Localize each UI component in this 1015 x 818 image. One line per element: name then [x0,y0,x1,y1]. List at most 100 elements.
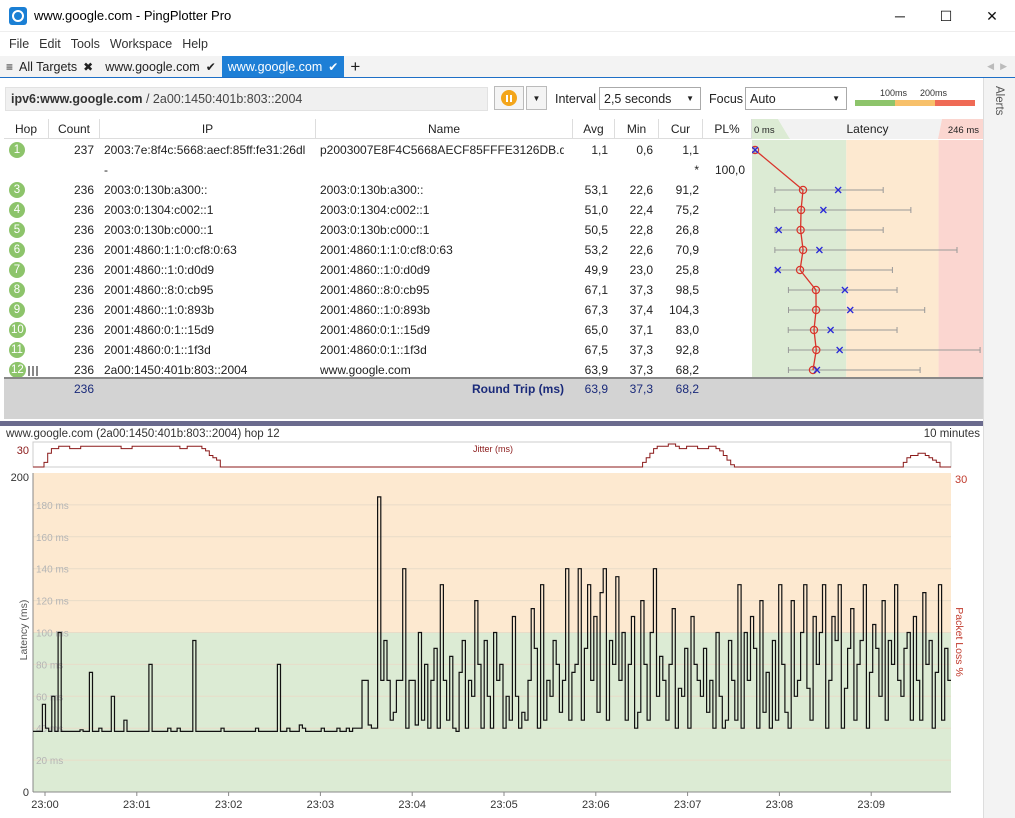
cell-cur: * [694,163,699,177]
cell-count: 236 [73,283,94,297]
scroll-right-icon[interactable]: ▶ [1000,61,1007,72]
cell-count: 236 [73,303,94,317]
close-tab-icon[interactable]: ✖ [83,60,93,74]
cell-min: 0,6 [636,143,653,157]
col-ip[interactable]: IP [100,119,316,139]
tab-label: All Targets [19,59,78,74]
y-tick-label: 80 ms [36,660,63,671]
alerts-panel[interactable]: Alerts [983,78,1015,818]
check-icon[interactable]: ✔ [206,60,216,74]
y-tick-label: 180 ms [36,501,69,512]
menu-tools[interactable]: Tools [66,37,105,51]
col-latency[interactable]: 0 ms Latency 246 ms [752,119,983,139]
tab-label: www.google.com [227,59,323,74]
y-tick-label: 40 ms [36,724,63,735]
cell-cur: 98,5 [675,283,699,297]
focus-select[interactable]: Auto ▼ [745,87,847,110]
grid-header: Hop Count IP Name Avg Min Cur PL% 0 ms L… [4,119,983,139]
tab-bar: ≡ All Targets ✖ www.google.com ✔ www.goo… [0,56,1015,78]
cell-min: 23,0 [629,263,653,277]
table-row[interactable]: 3 236 2003:0:130b:a300:: 2003:0:130b:a300::… [4,180,752,200]
cell-name: 2001:4860:0:1::1f3d [320,343,427,357]
cell-ip: 2001:4860:0:1::1f3d [104,343,211,357]
col-hop[interactable]: Hop [4,119,49,139]
cell-count: 236 [73,363,94,377]
tab-label: www.google.com [105,59,200,74]
rt-cur: 68,2 [675,382,699,396]
x-tick-label: 23:00 [31,799,59,811]
scale-100-label: 100ms [880,88,908,98]
zone-warn [846,140,939,377]
hop-number-badge: 11 [9,342,25,358]
maximize-button[interactable]: ☐ [923,0,969,32]
interval-select[interactable]: 2,5 seconds ▼ [599,87,701,110]
hop-number-badge: 5 [9,222,25,238]
table-row[interactable]: - * 100,0 [4,160,752,180]
hop-number-badge: 6 [9,242,25,258]
check-icon[interactable]: ✔ [328,60,338,74]
table-row[interactable]: 8 236 2001:4860::8:0:cb95 2001:4860::8:0:cb… [4,280,752,300]
tab-all-targets[interactable]: ≡ All Targets ✖ [0,56,99,77]
cell-cur: 83,0 [675,323,699,337]
col-avg[interactable]: Avg [573,119,615,139]
table-row[interactable]: 10 236 2001:4860:0:1::15d9 2001:4860:0:1::1… [4,320,752,340]
cell-cur: 68,2 [675,363,699,377]
x-tick-label: 23:04 [398,799,426,811]
pause-dropdown-button[interactable]: ▼ [526,86,547,110]
col-pl[interactable]: PL% [703,119,752,139]
y-tick-label: 120 ms [36,597,69,608]
y-tick-label: 140 ms [36,565,69,576]
cell-name: p2003007E8F4C5668AECF85FFFE3126DB.di [320,143,564,157]
rt-avg: 63,9 [584,382,608,396]
latency-header-label: Latency [846,122,889,136]
menu-edit[interactable]: Edit [34,37,66,51]
chart-title: www.google.com (2a00:1450:401b:803::2004… [6,428,280,440]
cell-cur: 70,9 [675,243,699,257]
chart-zone-1 [33,473,951,633]
y-tick-label: 160 ms [36,533,69,544]
rt-label: Round Trip (ms) [472,382,564,396]
cell-min: 37,3 [629,343,653,357]
target-address-field[interactable]: ipv6:www.google.com / 2a00:1450:401b:803… [5,87,488,111]
panel-splitter[interactable] [0,421,983,426]
cell-avg: 65,0 [584,323,608,337]
cell-ip: 2003:0:130b:a300:: [104,183,208,197]
cell-ip: 2003:0:1304:c002::1 [104,203,214,217]
window-controls: ─ ☐ ✕ [877,0,1015,32]
menu-help[interactable]: Help [177,37,213,51]
table-row[interactable]: 9 236 2001:4860::1:0:893b 2001:4860::1:0:89… [4,300,752,320]
col-min[interactable]: Min [615,119,659,139]
table-row[interactable]: 5 236 2003:0:130b:c000::1 2003:0:130b:c000:… [4,220,752,240]
pause-button[interactable] [494,86,524,110]
rt-min: 37,3 [629,382,653,396]
x-tick-label: 23:05 [490,799,518,811]
minimize-button[interactable]: ─ [877,0,923,32]
focus-value: Auto [750,91,776,106]
cell-name: 2001:4860::8:0:cb95 [320,283,430,297]
cell-name: 2003:0:130b:a300:: [320,183,424,197]
table-row[interactable]: 7 236 2001:4860::1:0:d0d9 2001:4860::1:0:d0… [4,260,752,280]
col-name[interactable]: Name [316,119,573,139]
latency-max-label: 246 ms [947,125,979,136]
zone-bad [938,140,983,377]
table-row[interactable]: 11 236 2001:4860:0:1::1f3d 2001:4860:0:1::1… [4,340,752,360]
tab-google-2-active[interactable]: www.google.com ✔ [221,56,345,77]
latency-time-chart[interactable]: Jitter (ms) 30 20 ms 40 ms 60 ms 80 ms 100 ms 1… [0,440,983,818]
table-row[interactable]: 1 237 2003:7e:8f4c:5668:aecf:85ff:fe31:26d… [4,140,752,160]
table-row[interactable]: 6 236 2001:4860:1:1:0:cf8:0:63 2001:4860:1:… [4,240,752,260]
col-cur[interactable]: Cur [659,119,703,139]
menu-file[interactable]: File [4,37,34,51]
target-host: ipv6:www.google.com [11,92,143,106]
scroll-left-icon[interactable]: ◀ [987,61,994,72]
cell-name: 2003:0:1304:c002::1 [320,203,430,217]
menu-workspace[interactable]: Workspace [105,37,177,51]
add-tab-button[interactable]: + [344,56,366,77]
tab-google-1[interactable]: www.google.com ✔ [99,56,222,77]
tab-scroll-controls: ◀ ▶ [987,56,1015,77]
chart-time-span[interactable]: 10 minutes [924,428,980,440]
cell-name: 2001:4860:0:1::15d9 [320,323,431,337]
col-count[interactable]: Count [49,119,100,139]
table-row[interactable]: 4 236 2003:0:1304:c002::1 2003:0:1304:c002:… [4,200,752,220]
close-button[interactable]: ✕ [969,0,1015,32]
latency-min-label: 0 ms [754,125,775,136]
